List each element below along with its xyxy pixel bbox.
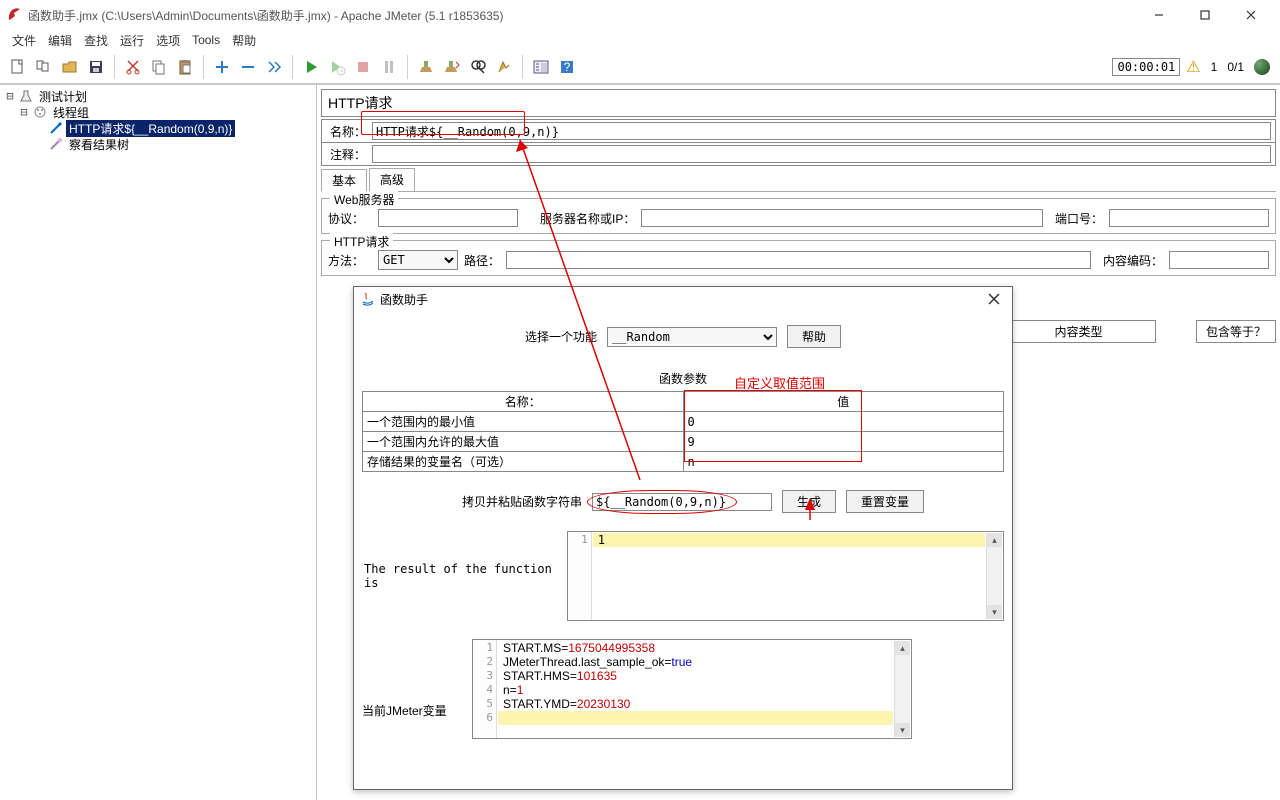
sampler-icon [48,120,64,136]
window-close[interactable] [1228,0,1274,30]
menu-tools[interactable]: Tools [186,31,226,49]
window-maximize[interactable] [1182,0,1228,30]
vars-output[interactable]: 1START.MS=1675044995358 2JMeterThread.la… [472,639,912,739]
svg-text:?: ? [564,60,571,74]
warning-icon[interactable]: ⚠ [1186,57,1200,77]
titlebar: 函数助手.jmx (C:\Users\Admin\Documents\函数助手.… [0,0,1280,30]
listener-icon [48,136,64,152]
comment-label: 注释： [326,146,372,163]
protocol-input[interactable] [378,209,518,227]
cut-icon[interactable] [121,55,145,79]
tree-listener[interactable]: 察看结果树 [66,136,132,153]
beaker-icon [18,88,34,104]
annotation-range: 自定义取值范围 [734,373,825,392]
help-button[interactable]: 帮助 [787,325,841,348]
generate-button[interactable]: 生成 [782,490,836,513]
comment-input[interactable] [372,145,1271,163]
save-icon[interactable] [84,55,108,79]
run-no-timers-icon[interactable] [325,55,349,79]
toolbar: ? 00:00:01 ⚠ 1 0/1 [0,50,1280,84]
table-row: 一个范围内的最小值0 [363,412,1004,432]
warning-count: 1 [1211,60,1218,74]
name-input[interactable] [372,122,1271,140]
encoding-label: 内容编码： [1103,252,1163,269]
window-title: 函数助手.jmx (C:\Users\Admin\Documents\函数助手.… [28,7,503,24]
server-label: 服务器名称或IP： [540,210,635,227]
table-row: 存储结果的变量名（可选）n [363,452,1004,472]
test-plan-tree[interactable]: ⊟测试计划 ⊟线程组 HTTP请求${__Random(0,9,n)} 察看结果… [0,85,317,800]
dialog-title: 函数助手 [380,291,428,308]
menu-file[interactable]: 文件 [6,30,42,51]
collapse-icon[interactable] [236,55,260,79]
group-web-server: Web服务器 [330,191,398,208]
function-string-field[interactable]: ${__Random(0,9,n)} [592,493,772,511]
col-name: 名称： [363,392,684,412]
expand-icon[interactable] [210,55,234,79]
function-select[interactable]: __Random [607,327,777,347]
java-icon [360,291,376,307]
open-icon[interactable] [58,55,82,79]
copy-label: 拷贝并粘贴函数字符串 [462,493,582,510]
select-function-label: 选择一个功能 [525,328,597,345]
path-input[interactable] [506,251,1091,269]
menu-run[interactable]: 运行 [114,30,150,51]
clear-all-icon[interactable] [440,55,464,79]
scrollbar[interactable]: ▴▾ [894,641,910,737]
tab-basic[interactable]: 基本 [321,169,367,192]
table-row: 一个范围内允许的最大值9 [363,432,1004,452]
search-icon[interactable] [466,55,490,79]
reset-button[interactable]: 重置变量 [846,490,924,513]
port-label: 端口号： [1055,210,1103,227]
timer-display: 00:00:01 [1112,58,1180,76]
menu-help[interactable]: 帮助 [226,30,262,51]
thread-count: 0/1 [1227,60,1244,74]
menubar: 文件 编辑 查找 运行 选项 Tools 帮助 [0,30,1280,50]
reset-search-icon[interactable] [492,55,516,79]
port-input[interactable] [1109,209,1269,227]
method-label: 方法： [328,252,372,269]
annotation-funcstr-oval [587,490,737,514]
thread-group-icon [32,104,48,120]
tab-advanced[interactable]: 高级 [369,168,415,191]
toggle-icon[interactable] [262,55,286,79]
shutdown-icon[interactable] [377,55,401,79]
panel-title: HTTP请求 [321,89,1276,117]
menu-edit[interactable]: 编辑 [42,30,78,51]
result-output[interactable]: 1 1 ▴▾ [567,531,1004,621]
run-icon[interactable] [299,55,323,79]
function-helper-dialog: 函数助手 选择一个功能 __Random 帮助 函数参数 自定义取值范围 名称：… [353,286,1013,790]
encoding-input[interactable] [1169,251,1269,269]
col-include-equals: 包含等于？ [1196,320,1276,343]
tree-plan[interactable]: 测试计划 [36,88,90,105]
col-content-type: 内容类型 [1001,320,1156,343]
window-minimize[interactable] [1136,0,1182,30]
jmeter-icon [6,7,22,23]
new-icon[interactable] [6,55,30,79]
server-input[interactable] [641,209,1043,227]
dialog-close-icon[interactable] [982,287,1006,311]
clear-icon[interactable] [414,55,438,79]
stop-icon[interactable] [351,55,375,79]
vars-label: 当前JMeter变量 [362,639,466,739]
menu-find[interactable]: 查找 [78,30,114,51]
templates-icon[interactable] [32,55,56,79]
params-heading: 函数参数 [362,370,1004,387]
tree-http[interactable]: HTTP请求${__Random(0,9,n)} [66,120,235,137]
menu-options[interactable]: 选项 [150,30,186,51]
function-helper-icon[interactable] [529,55,553,79]
result-label: The result of the function is [362,531,561,621]
col-value: 值 [683,392,1004,412]
tree-group[interactable]: 线程组 [50,104,92,121]
status-sphere-icon [1254,59,1270,75]
name-label: 名称： [326,123,372,140]
copy-icon[interactable] [147,55,171,79]
protocol-label: 协议： [328,210,372,227]
scrollbar[interactable]: ▴▾ [986,533,1002,619]
path-label: 路径： [464,252,500,269]
params-table: 名称：值 一个范围内的最小值0 一个范围内允许的最大值9 存储结果的变量名（可选… [362,391,1004,472]
help-icon[interactable]: ? [555,55,579,79]
method-select[interactable]: GET [378,250,458,270]
group-http-request: HTTP请求 [330,233,393,250]
paste-icon[interactable] [173,55,197,79]
